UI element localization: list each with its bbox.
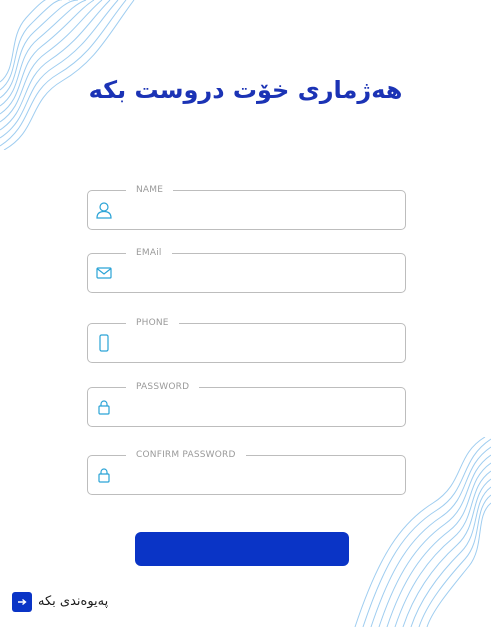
phone-input[interactable] [122,330,397,356]
phone-field[interactable]: PHONE [87,316,406,363]
submit-button[interactable] [135,532,349,566]
lock-icon [96,398,112,416]
confirm-password-input[interactable] [122,462,397,488]
name-input[interactable] [122,197,397,223]
email-input[interactable] [122,260,397,286]
contact-link[interactable]: پەیوەندی بکە [12,592,108,612]
password-input[interactable] [122,394,397,420]
confirm-password-field[interactable]: CONFIRM PASSWORD [87,448,406,495]
password-field[interactable]: PASSWORD [87,380,406,427]
contact-label: پەیوەندی بکە [38,594,109,609]
arrow-right-icon[interactable] [12,592,32,612]
email-field-label: EMAil [126,246,172,260]
lock-icon [96,466,112,484]
phone-icon [96,334,112,352]
name-field[interactable]: NAME [87,183,406,230]
user-icon [96,201,112,219]
page-title: هەژماری خۆت دروست بکە [88,76,403,104]
confirm-password-field-label: CONFIRM PASSWORD [126,448,246,462]
phone-field-label: PHONE [126,316,179,330]
mail-icon [96,264,112,282]
email-field[interactable]: EMAil [87,246,406,293]
password-field-label: PASSWORD [126,380,200,394]
name-field-label: NAME [126,183,174,197]
